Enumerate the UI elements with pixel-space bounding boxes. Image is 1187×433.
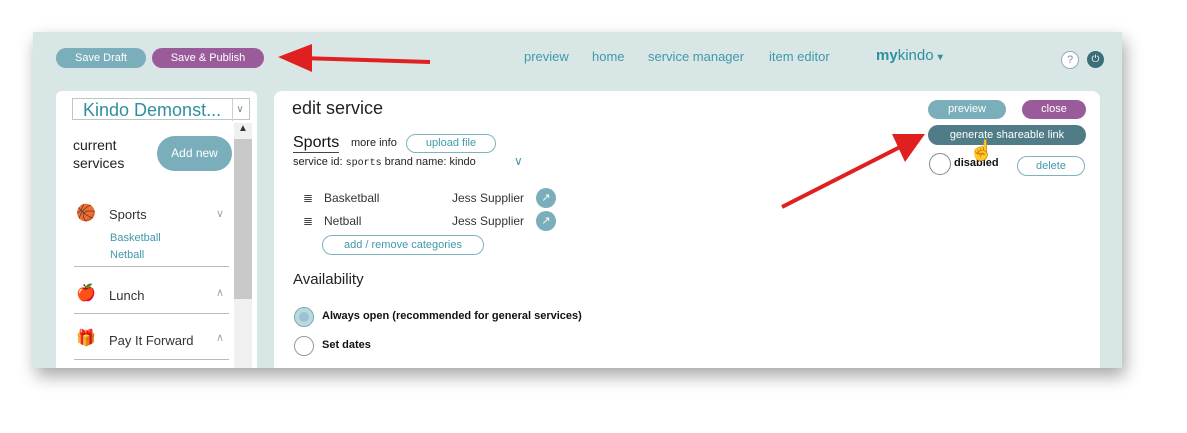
arrow-to-save-buttons	[278, 44, 431, 72]
arrow-to-share-link	[781, 134, 925, 209]
annotation-arrows	[278, 44, 925, 209]
